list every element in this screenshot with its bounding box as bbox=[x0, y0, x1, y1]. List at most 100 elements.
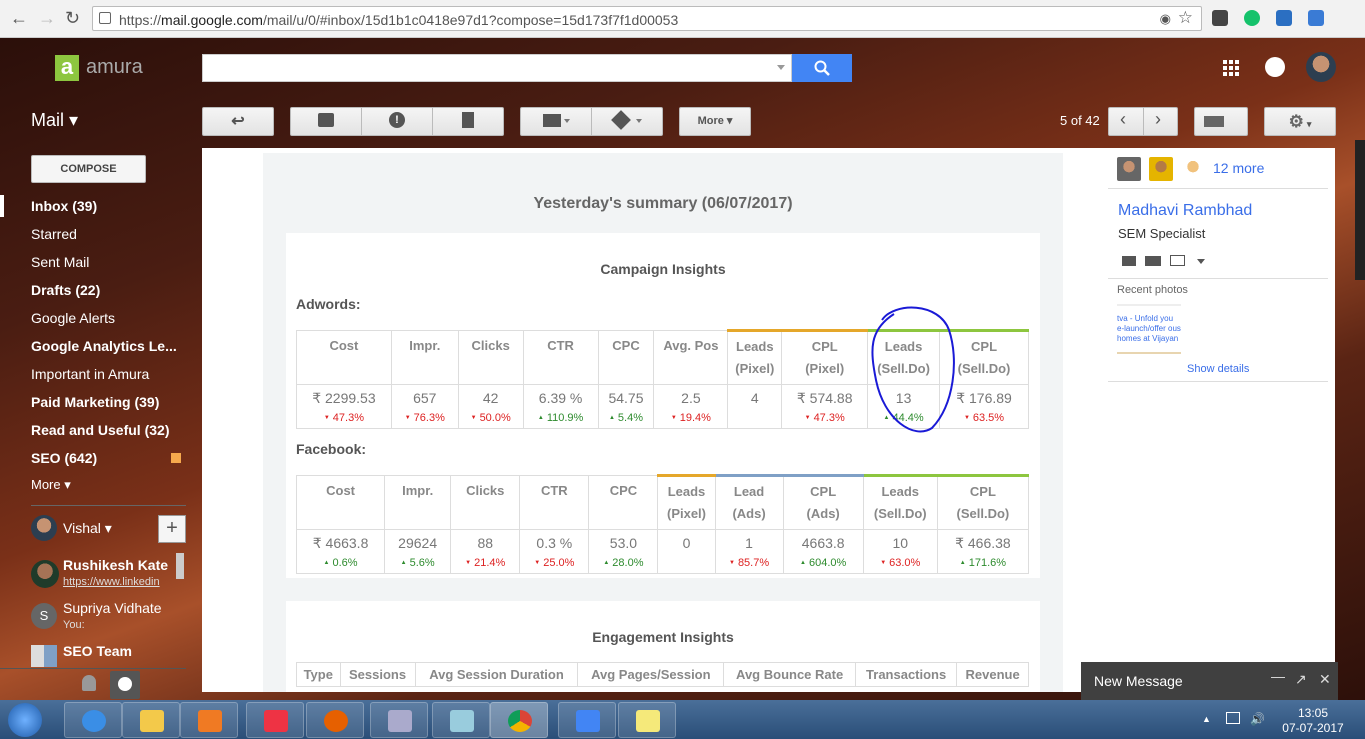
recent-photo-thumbnail[interactable]: tva - Unfold you e-launch/offer ous home… bbox=[1117, 304, 1181, 354]
delta-up: 28.0% bbox=[591, 555, 655, 571]
chat-contact-name[interactable]: Rushikesh Kate bbox=[63, 557, 168, 573]
back-to-inbox-button[interactable]: ↩ bbox=[202, 107, 274, 136]
taskbar-media[interactable] bbox=[180, 702, 238, 738]
taskbar-chrome[interactable] bbox=[490, 702, 548, 738]
extension-s-icon[interactable] bbox=[1276, 10, 1292, 26]
search-options-icon[interactable] bbox=[777, 65, 785, 70]
participant-avatar[interactable] bbox=[1181, 157, 1205, 181]
metric-value: 53.0 bbox=[609, 535, 638, 551]
taskbar-snipping[interactable] bbox=[246, 702, 304, 738]
metric-value: ₹ 574.88 bbox=[796, 390, 853, 406]
notes-icon bbox=[450, 710, 474, 732]
video-call-icon[interactable] bbox=[1145, 256, 1161, 266]
hangouts-tab[interactable] bbox=[110, 671, 140, 699]
metric-cell: 0.3 % 25.0% bbox=[519, 529, 590, 574]
chevron-down-icon[interactable] bbox=[1197, 259, 1205, 264]
more-participants-link[interactable]: 12 more bbox=[1213, 160, 1264, 176]
compose-button[interactable]: COMPOSE bbox=[31, 155, 146, 183]
sidebar-item-seo[interactable]: SEO (642) bbox=[31, 450, 97, 466]
contact-avatar[interactable]: S bbox=[31, 603, 57, 629]
column-header: Avg Pages/Session bbox=[577, 662, 725, 687]
apps-grid-icon[interactable] bbox=[1223, 60, 1239, 76]
group-avatar[interactable] bbox=[31, 645, 57, 667]
forward-icon[interactable]: → bbox=[38, 8, 56, 29]
metric-cell: 6.39 % 110.9% bbox=[522, 384, 599, 429]
sidebar-item-inbox[interactable]: Inbox (39) bbox=[31, 198, 97, 214]
reload-icon[interactable]: ↻ bbox=[65, 8, 80, 29]
system-clock[interactable]: 13:05 07-07-2017 bbox=[1278, 706, 1348, 736]
sidebar-item-drafts[interactable]: Drafts (22) bbox=[31, 282, 100, 298]
folder-move-icon[interactable] bbox=[543, 114, 561, 127]
sidebar-item-google-alerts[interactable]: Google Alerts bbox=[31, 310, 115, 326]
sidebar-item-starred[interactable]: Starred bbox=[31, 226, 77, 242]
taskbar-sticky[interactable] bbox=[618, 702, 676, 738]
taskbar-notes[interactable] bbox=[432, 702, 490, 738]
settings-button[interactable]: ⚙ ▾ bbox=[1264, 107, 1336, 136]
grammarly-icon[interactable] bbox=[1244, 10, 1260, 26]
star-icon[interactable]: ☆ bbox=[1178, 8, 1193, 28]
extension-calendar-icon[interactable] bbox=[1308, 10, 1324, 26]
back-icon[interactable]: ← bbox=[10, 8, 28, 29]
participant-avatar[interactable] bbox=[1117, 157, 1141, 181]
metric-value: 657 bbox=[413, 390, 437, 406]
start-button[interactable] bbox=[8, 703, 42, 737]
selected-indicator bbox=[0, 195, 4, 217]
eye-icon[interactable]: ◉ bbox=[1160, 11, 1171, 27]
sidebar-item-read-useful[interactable]: Read and Useful (32) bbox=[31, 422, 169, 438]
more-button[interactable]: More ▾ bbox=[679, 107, 751, 136]
extension-m-icon[interactable] bbox=[1212, 10, 1228, 26]
pager-text: 5 of 42 bbox=[1060, 113, 1100, 128]
network-icon[interactable] bbox=[1226, 712, 1240, 724]
chat-contact-name[interactable]: Supriya Vidhate bbox=[63, 600, 162, 616]
address-bar[interactable]: https://mail.google.com/mail/u/0/#inbox/… bbox=[92, 6, 1202, 31]
firefox-icon bbox=[324, 710, 348, 732]
amura-logo[interactable]: a bbox=[55, 55, 79, 81]
delta-down: 47.3% bbox=[784, 410, 865, 426]
column-header: Leads (Sell.Do) bbox=[862, 474, 938, 530]
sidebar-item-important-amura[interactable]: Important in Amura bbox=[31, 366, 149, 382]
archive-icon[interactable] bbox=[318, 113, 334, 127]
show-details-link[interactable]: Show details bbox=[1187, 363, 1249, 375]
notifications-icon[interactable] bbox=[1265, 57, 1285, 77]
close-icon[interactable]: ✕ bbox=[1319, 671, 1331, 688]
search-button[interactable] bbox=[792, 54, 852, 82]
facebook-table: Cost Impr. Clicks CTR CPC Leads (Pixel) Lead (Ad… bbox=[295, 474, 1030, 574]
taskbar-adwords[interactable] bbox=[558, 702, 616, 738]
metric-cell: 42 50.0% bbox=[457, 384, 524, 429]
chevron-right-icon[interactable]: › bbox=[1155, 109, 1161, 130]
contacts-icon[interactable] bbox=[82, 675, 96, 691]
sidebar-item-paid-marketing[interactable]: Paid Marketing (39) bbox=[31, 394, 159, 410]
chevron-left-icon[interactable]: ‹ bbox=[1120, 109, 1126, 130]
expand-icon[interactable]: ↗ bbox=[1295, 671, 1307, 688]
tray-expand-icon[interactable]: ▲ bbox=[1202, 714, 1211, 724]
sidebar-more[interactable]: More ▾ bbox=[31, 477, 71, 493]
delete-icon[interactable] bbox=[462, 112, 474, 128]
search-input[interactable] bbox=[202, 54, 792, 82]
sidebar-item-google-analytics[interactable]: Google Analytics Le... bbox=[31, 338, 177, 354]
page-scrollbar[interactable] bbox=[1355, 140, 1365, 280]
minimize-icon[interactable]: — bbox=[1271, 668, 1285, 684]
participant-avatar[interactable] bbox=[1149, 157, 1173, 181]
info-icon[interactable] bbox=[99, 12, 111, 24]
user-avatar[interactable] bbox=[31, 515, 57, 541]
email-icon[interactable] bbox=[1170, 255, 1185, 266]
sidebar-item-sent[interactable]: Sent Mail bbox=[31, 254, 89, 270]
message-icon[interactable] bbox=[1122, 256, 1136, 266]
volume-icon[interactable]: 🔊 bbox=[1250, 712, 1265, 726]
mail-switcher[interactable]: Mail ▾ bbox=[31, 110, 78, 131]
input-tools-button[interactable] bbox=[1194, 107, 1248, 136]
taskbar-ie[interactable] bbox=[64, 702, 122, 738]
contact-name[interactable]: Madhavi Rambhad bbox=[1118, 202, 1252, 220]
contact-avatar[interactable] bbox=[31, 560, 59, 588]
taskbar-explorer[interactable] bbox=[122, 702, 180, 738]
account-avatar[interactable] bbox=[1306, 52, 1336, 82]
taskbar-calculator[interactable] bbox=[370, 702, 428, 738]
hangouts-user-name[interactable]: Vishal ▾ bbox=[63, 520, 112, 537]
taskbar-firefox[interactable] bbox=[306, 702, 364, 738]
new-message-title: New Message bbox=[1094, 673, 1183, 689]
new-message-bar[interactable]: New Message — ↗ ✕ bbox=[1081, 662, 1338, 700]
new-chat-button[interactable]: + bbox=[158, 515, 186, 543]
chat-scrollbar[interactable] bbox=[176, 553, 184, 579]
chat-contact-name[interactable]: SEO Team bbox=[63, 643, 132, 659]
report-spam-icon[interactable]: ! bbox=[389, 112, 405, 128]
